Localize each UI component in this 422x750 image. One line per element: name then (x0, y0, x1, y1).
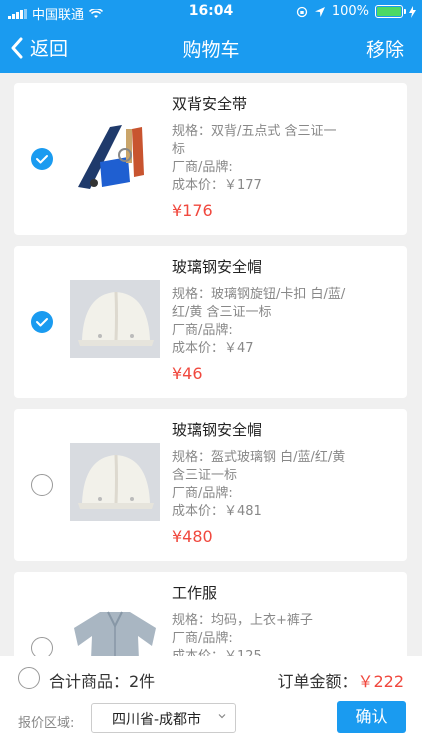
status-bar: 中国联通 16:04 100% (0, 0, 422, 24)
charging-icon (409, 5, 416, 18)
header-bar: 中国联通 16:04 100% 返回 购物车 移除 (0, 0, 422, 73)
product-name: 玻璃钢安全帽 (172, 421, 263, 439)
product-name: 双背安全带 (172, 95, 248, 113)
product-name: 工作服 (172, 584, 218, 602)
product-spec: 规格：均码，上衣+裤子 (172, 613, 313, 628)
product-price: ¥480 (172, 527, 213, 546)
product-image-helmet (70, 443, 160, 521)
remove-button[interactable]: 移除 (366, 35, 404, 62)
checkmark-icon (36, 155, 48, 164)
product-spec: 规格：盔式玻璃钢 白/蓝/红/黄 (172, 450, 346, 465)
product-name: 玻璃钢安全帽 (172, 258, 263, 276)
total-items: 合计商品：2件 (49, 672, 156, 691)
product-image-harness (70, 117, 160, 195)
cart-item[interactable]: 工作服 规格：均码，上衣+裤子 厂商/品牌: 成本价：￥125 (14, 572, 407, 656)
product-spec: 规格：双背/五点式 含三证一 (172, 124, 337, 139)
order-total: 订单金额：￥222 (277, 668, 404, 692)
nav-bar: 返回 购物车 移除 (0, 24, 422, 73)
cart-item[interactable]: 双背安全带 规格：双背/五点式 含三证一 标 厂商/品牌: 成本价：￥177 ¥… (14, 83, 407, 235)
item-checkbox[interactable] (31, 311, 53, 333)
product-spec-cont: 含三证一标 (172, 468, 238, 483)
confirm-button[interactable]: 确认 (337, 701, 406, 733)
orientation-lock-icon (296, 6, 307, 17)
product-cost: 成本价：￥177 (172, 178, 262, 193)
item-checkbox[interactable] (31, 148, 53, 170)
product-maker: 厂商/品牌: (172, 160, 233, 175)
product-price: ¥176 (172, 201, 213, 220)
battery-icon (375, 5, 406, 18)
select-all-checkbox[interactable] (18, 667, 40, 689)
product-maker: 厂商/品牌: (172, 486, 233, 501)
order-amount: ￥222 (357, 672, 404, 691)
area-select[interactable]: 四川省-成都市 (91, 703, 236, 733)
cart-list: 双背安全带 规格：双背/五点式 含三证一 标 厂商/品牌: 成本价：￥177 ¥… (0, 73, 422, 656)
product-image-workwear (70, 606, 160, 656)
product-image-helmet (70, 280, 160, 358)
product-price: ¥46 (172, 364, 203, 383)
area-value: 四川省-成都市 (112, 712, 202, 728)
battery-percent: 100% (331, 4, 369, 19)
checkout-bar: 合计商品：2件 订单金额：￥222 报价区域: 四川省-成都市 确认 (0, 656, 422, 750)
item-checkbox[interactable] (31, 474, 53, 496)
cart-item[interactable]: 玻璃钢安全帽 规格：盔式玻璃钢 白/蓝/红/黄 含三证一标 厂商/品牌: 成本价… (14, 409, 407, 561)
product-spec: 规格：玻璃钢旋钮/卡扣 白/蓝/ (172, 287, 346, 302)
cart-item[interactable]: 玻璃钢安全帽 规格：玻璃钢旋钮/卡扣 白/蓝/ 红/黄 含三证一标 厂商/品牌:… (14, 246, 407, 398)
area-label: 报价区域: (18, 716, 75, 731)
order-label: 订单金额： (277, 672, 358, 691)
chevron-down-icon (218, 714, 226, 719)
page-title: 购物车 (182, 39, 240, 61)
product-maker: 厂商/品牌: (172, 323, 233, 338)
product-cost: 成本价：￥47 (172, 341, 254, 356)
item-checkbox[interactable] (31, 637, 53, 656)
product-maker: 厂商/品牌: (172, 631, 233, 646)
location-icon (314, 6, 325, 17)
product-cost: 成本价：￥125 (172, 648, 397, 656)
product-cost: 成本价：￥481 (172, 504, 262, 519)
checkmark-icon (36, 318, 48, 327)
product-spec-cont: 标 (172, 142, 186, 157)
product-spec-cont: 红/黄 含三证一标 (172, 305, 272, 320)
